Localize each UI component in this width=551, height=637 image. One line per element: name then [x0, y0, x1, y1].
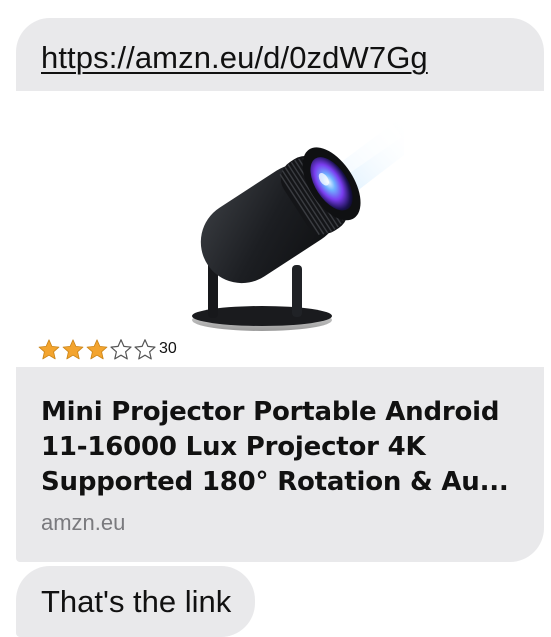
star-filled-icon: [86, 338, 108, 359]
message-text: That's the link: [41, 583, 232, 619]
rating-stars: [37, 338, 157, 361]
product-rating: 30: [37, 337, 177, 361]
link-preview-image[interactable]: [16, 91, 544, 367]
message-thread: https://amzn.eu/d/0zdW7Gg 30 Mini Projec…: [0, 0, 551, 637]
message-url-link[interactable]: https://amzn.eu/d/0zdW7Gg: [41, 40, 544, 76]
link-preview-title[interactable]: Mini Projector Portable Android 11-16000…: [41, 395, 520, 500]
review-count: 30: [159, 340, 177, 357]
star-filled-icon: [62, 338, 84, 359]
link-preview-domain: amzn.eu: [41, 510, 126, 535]
text-message-bubble[interactable]: That's the link: [16, 566, 256, 637]
link-message-bubble[interactable]: https://amzn.eu/d/0zdW7Gg: [16, 18, 544, 91]
projector-product-image: [192, 115, 404, 331]
star-empty-icon: [134, 338, 156, 359]
link-preview-card[interactable]: Mini Projector Portable Android 11-16000…: [16, 367, 544, 562]
star-filled-icon: [38, 338, 60, 359]
star-empty-icon: [110, 338, 132, 359]
